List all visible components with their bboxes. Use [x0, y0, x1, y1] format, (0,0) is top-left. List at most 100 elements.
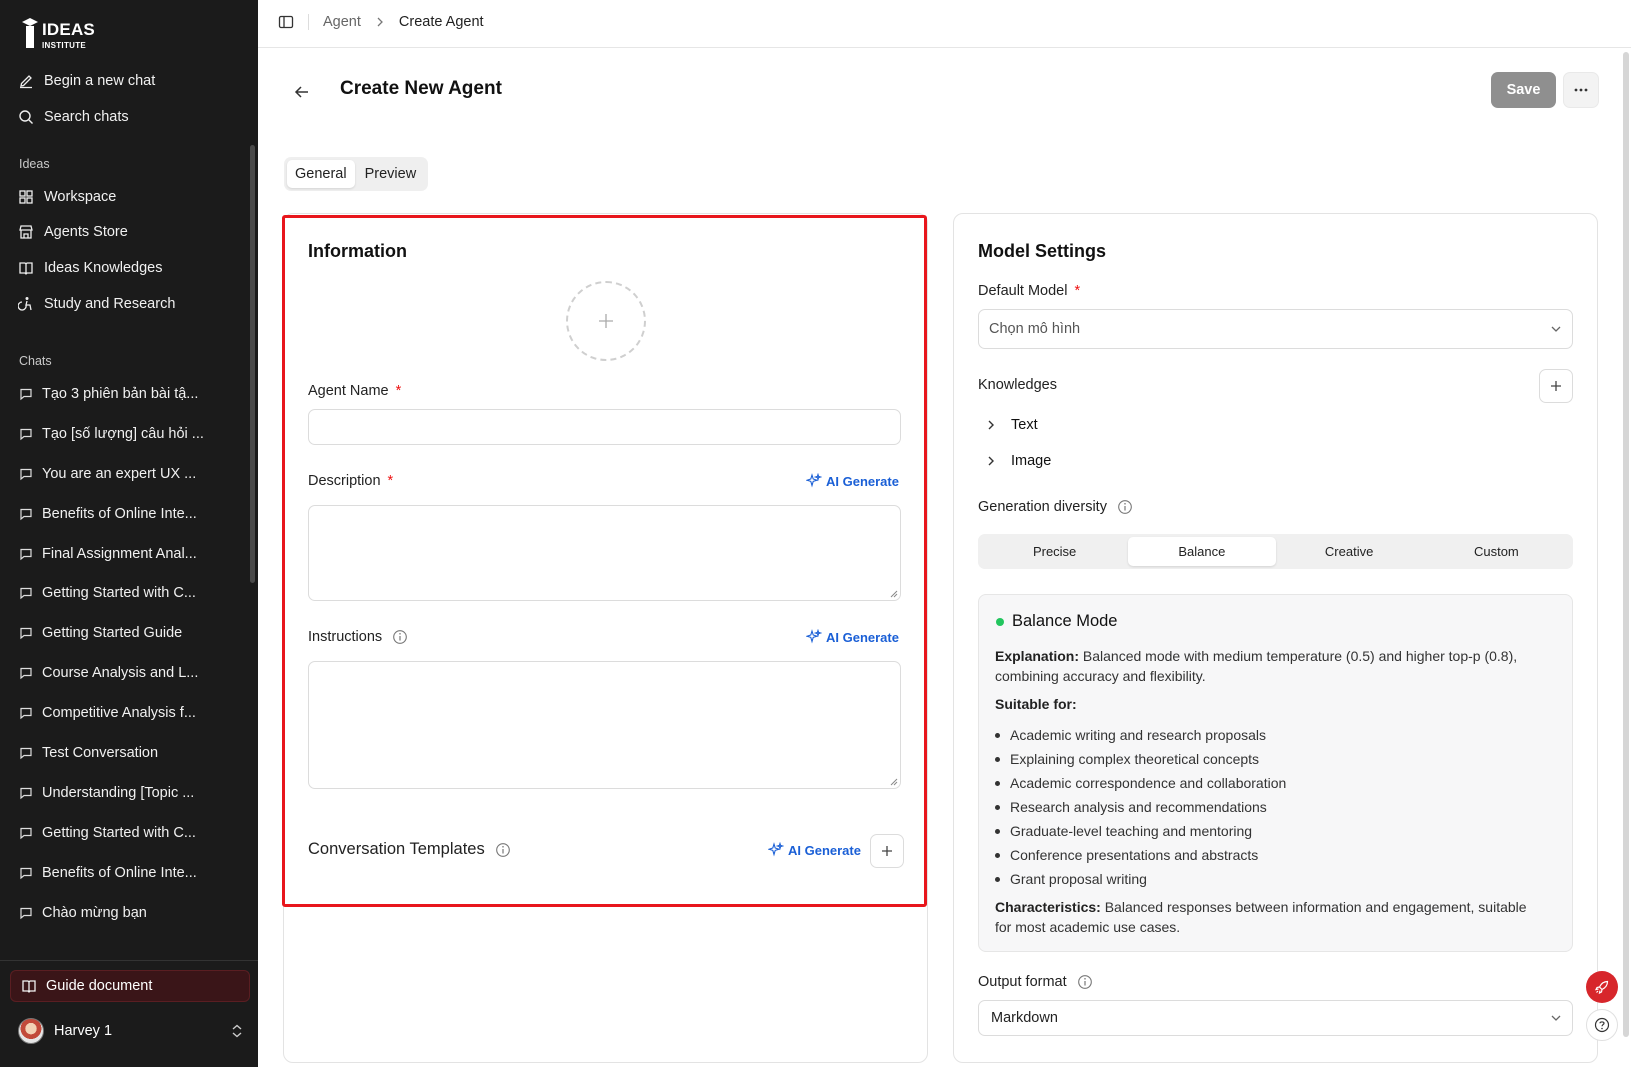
main-scrollbar[interactable] [1623, 52, 1629, 1037]
begin-new-chat-label: Begin a new chat [44, 73, 156, 89]
agent-avatar-upload[interactable] [566, 281, 646, 361]
description-label: Description * [308, 473, 393, 489]
sidebar-item-ideas-knowledges[interactable]: Ideas Knowledges [18, 256, 163, 280]
sidebar-chat-item[interactable]: Benefits of Online Inte... [19, 861, 224, 885]
description-label-text: Description [308, 473, 381, 489]
pencil-icon [20, 75, 32, 89]
knowledge-item-label: Text [1011, 417, 1038, 433]
guide-document-button[interactable]: Guide document [10, 970, 250, 1002]
sidebar-item-label: Ideas Knowledges [44, 260, 163, 276]
sidebar-chat-item[interactable]: Course Analysis and L... [19, 661, 224, 685]
knowledges-label-text: Knowledges [978, 377, 1057, 393]
ai-generate-label: AI Generate [788, 842, 861, 858]
agent-name-input[interactable] [308, 409, 901, 445]
sidebar-chat-item[interactable]: Competitive Analysis f... [19, 701, 224, 725]
sidebar-chat-item[interactable]: Getting Started with C... [19, 821, 224, 845]
required-marker: * [1074, 283, 1081, 299]
sidebar-chat-item[interactable]: You are an expert UX ... [19, 462, 224, 486]
sidebar-chat-item[interactable]: Tạo 3 phiên bản bài tậ... [19, 382, 224, 406]
chat-item-label: Benefits of Online Inte... [42, 506, 197, 522]
user-menu[interactable]: Harvey 1 [18, 1016, 244, 1046]
graduation-cap-icon [22, 18, 38, 48]
description-ai-generate-button[interactable]: AI Generate [806, 473, 899, 489]
info-icon[interactable] [392, 629, 408, 645]
default-model-label: Default Model * [978, 283, 1080, 299]
instructions-label-text: Instructions [308, 629, 383, 645]
info-icon[interactable] [1077, 974, 1093, 990]
sidebar-item-workspace[interactable]: Workspace [18, 185, 116, 209]
guide-document-label: Guide document [46, 978, 153, 994]
chat-item-label: Getting Started with C... [42, 825, 196, 841]
sidebar-item-agents-store[interactable]: Agents Store [18, 220, 128, 244]
sidebar-chat-item[interactable]: Getting Started with C... [19, 581, 224, 605]
more-options-button[interactable] [1563, 72, 1599, 108]
sidebar-chat-item[interactable]: Final Assignment Anal... [19, 542, 224, 566]
breadcrumb-parent[interactable]: Agent [323, 14, 361, 30]
model-settings-title: Model Settings [978, 241, 1107, 261]
sidebar-toggle-icon[interactable] [278, 14, 294, 30]
templates-ai-generate-button[interactable]: AI Generate [768, 842, 861, 858]
message-icon [20, 667, 32, 680]
chat-item-label: Chào mừng bạn [42, 905, 147, 921]
knowledge-item-text[interactable]: Text [985, 417, 1038, 433]
ellipsis-icon [1574, 88, 1588, 92]
instructions-ai-generate-button[interactable]: AI Generate [806, 629, 899, 645]
info-icon[interactable] [1117, 499, 1133, 515]
chat-item-label: Competitive Analysis f... [42, 705, 196, 721]
sidebar-chat-item[interactable]: Tạo [số lượng] câu hỏi ... [19, 422, 224, 446]
message-icon [20, 907, 32, 920]
diversity-option-balance[interactable]: Balance [1128, 537, 1276, 566]
diversity-option-creative[interactable]: Creative [1276, 537, 1423, 566]
list-item: Graduate-level teaching and mentoring [995, 819, 1286, 843]
begin-new-chat-button[interactable]: Begin a new chat [18, 69, 155, 93]
information-title: Information [308, 241, 407, 261]
help-button[interactable] [1586, 1009, 1618, 1041]
mode-title: Balance Mode [1012, 612, 1118, 630]
search-chats-label: Search chats [44, 109, 129, 125]
output-format-select[interactable]: Markdown [978, 1000, 1573, 1036]
sidebar-scrollbar[interactable] [250, 145, 255, 583]
save-button[interactable]: Save [1491, 72, 1556, 108]
chevron-right-icon [988, 456, 994, 466]
tab-preview[interactable]: Preview [357, 160, 425, 188]
book-icon [19, 262, 33, 275]
diversity-option-custom[interactable]: Custom [1423, 537, 1570, 566]
list-item: Academic correspondence and collaboratio… [995, 771, 1286, 795]
generation-diversity-label-text: Generation diversity [978, 499, 1107, 515]
generation-diversity-selector: Precise Balance Creative Custom [978, 534, 1573, 569]
output-format-label: Output format [978, 974, 1093, 990]
resize-handle-icon[interactable] [890, 590, 898, 598]
sidebar-chat-item[interactable]: Understanding [Topic ... [19, 781, 224, 805]
rocket-launcher-button[interactable] [1586, 971, 1618, 1003]
instructions-textarea[interactable] [308, 661, 901, 789]
info-icon[interactable] [495, 842, 511, 858]
knowledge-item-image[interactable]: Image [985, 453, 1051, 469]
chat-item-label: Getting Started Guide [42, 625, 183, 641]
search-chats-button[interactable]: Search chats [18, 105, 129, 129]
ideas-institute-logo[interactable]: IDEAS INSTITUTE [20, 14, 95, 54]
add-knowledge-button[interactable] [1539, 369, 1573, 403]
sidebar-chat-item[interactable]: Getting Started Guide [19, 621, 224, 645]
sidebar-chat-item[interactable]: Chào mừng bạn [19, 901, 224, 925]
mode-heading: Balance Mode [996, 612, 1118, 631]
agent-name-label-text: Agent Name [308, 383, 389, 399]
chevron-right-icon [377, 17, 383, 27]
list-item: Conference presentations and abstracts [995, 843, 1286, 867]
arrow-left-icon [294, 86, 308, 98]
description-textarea[interactable] [308, 505, 901, 601]
diversity-option-precise[interactable]: Precise [981, 537, 1128, 566]
tab-general[interactable]: General [287, 160, 355, 188]
resize-handle-icon[interactable] [890, 778, 898, 786]
explanation-line-2: combining accuracy and flexibility. [995, 668, 1206, 684]
sidebar-chat-item[interactable]: Test Conversation [19, 741, 224, 765]
list-item: Research analysis and recommendations [995, 795, 1286, 819]
status-dot [996, 617, 1004, 626]
back-button[interactable] [290, 80, 314, 104]
accessibility-icon [18, 297, 32, 311]
add-template-button[interactable] [870, 834, 904, 868]
message-icon [20, 587, 32, 600]
default-model-select[interactable]: Chọn mô hình [978, 309, 1573, 349]
sidebar-chat-item[interactable]: Benefits of Online Inte... [19, 502, 224, 526]
chevron-down-icon [1551, 1015, 1561, 1021]
sidebar-item-study-research[interactable]: Study and Research [18, 292, 175, 316]
